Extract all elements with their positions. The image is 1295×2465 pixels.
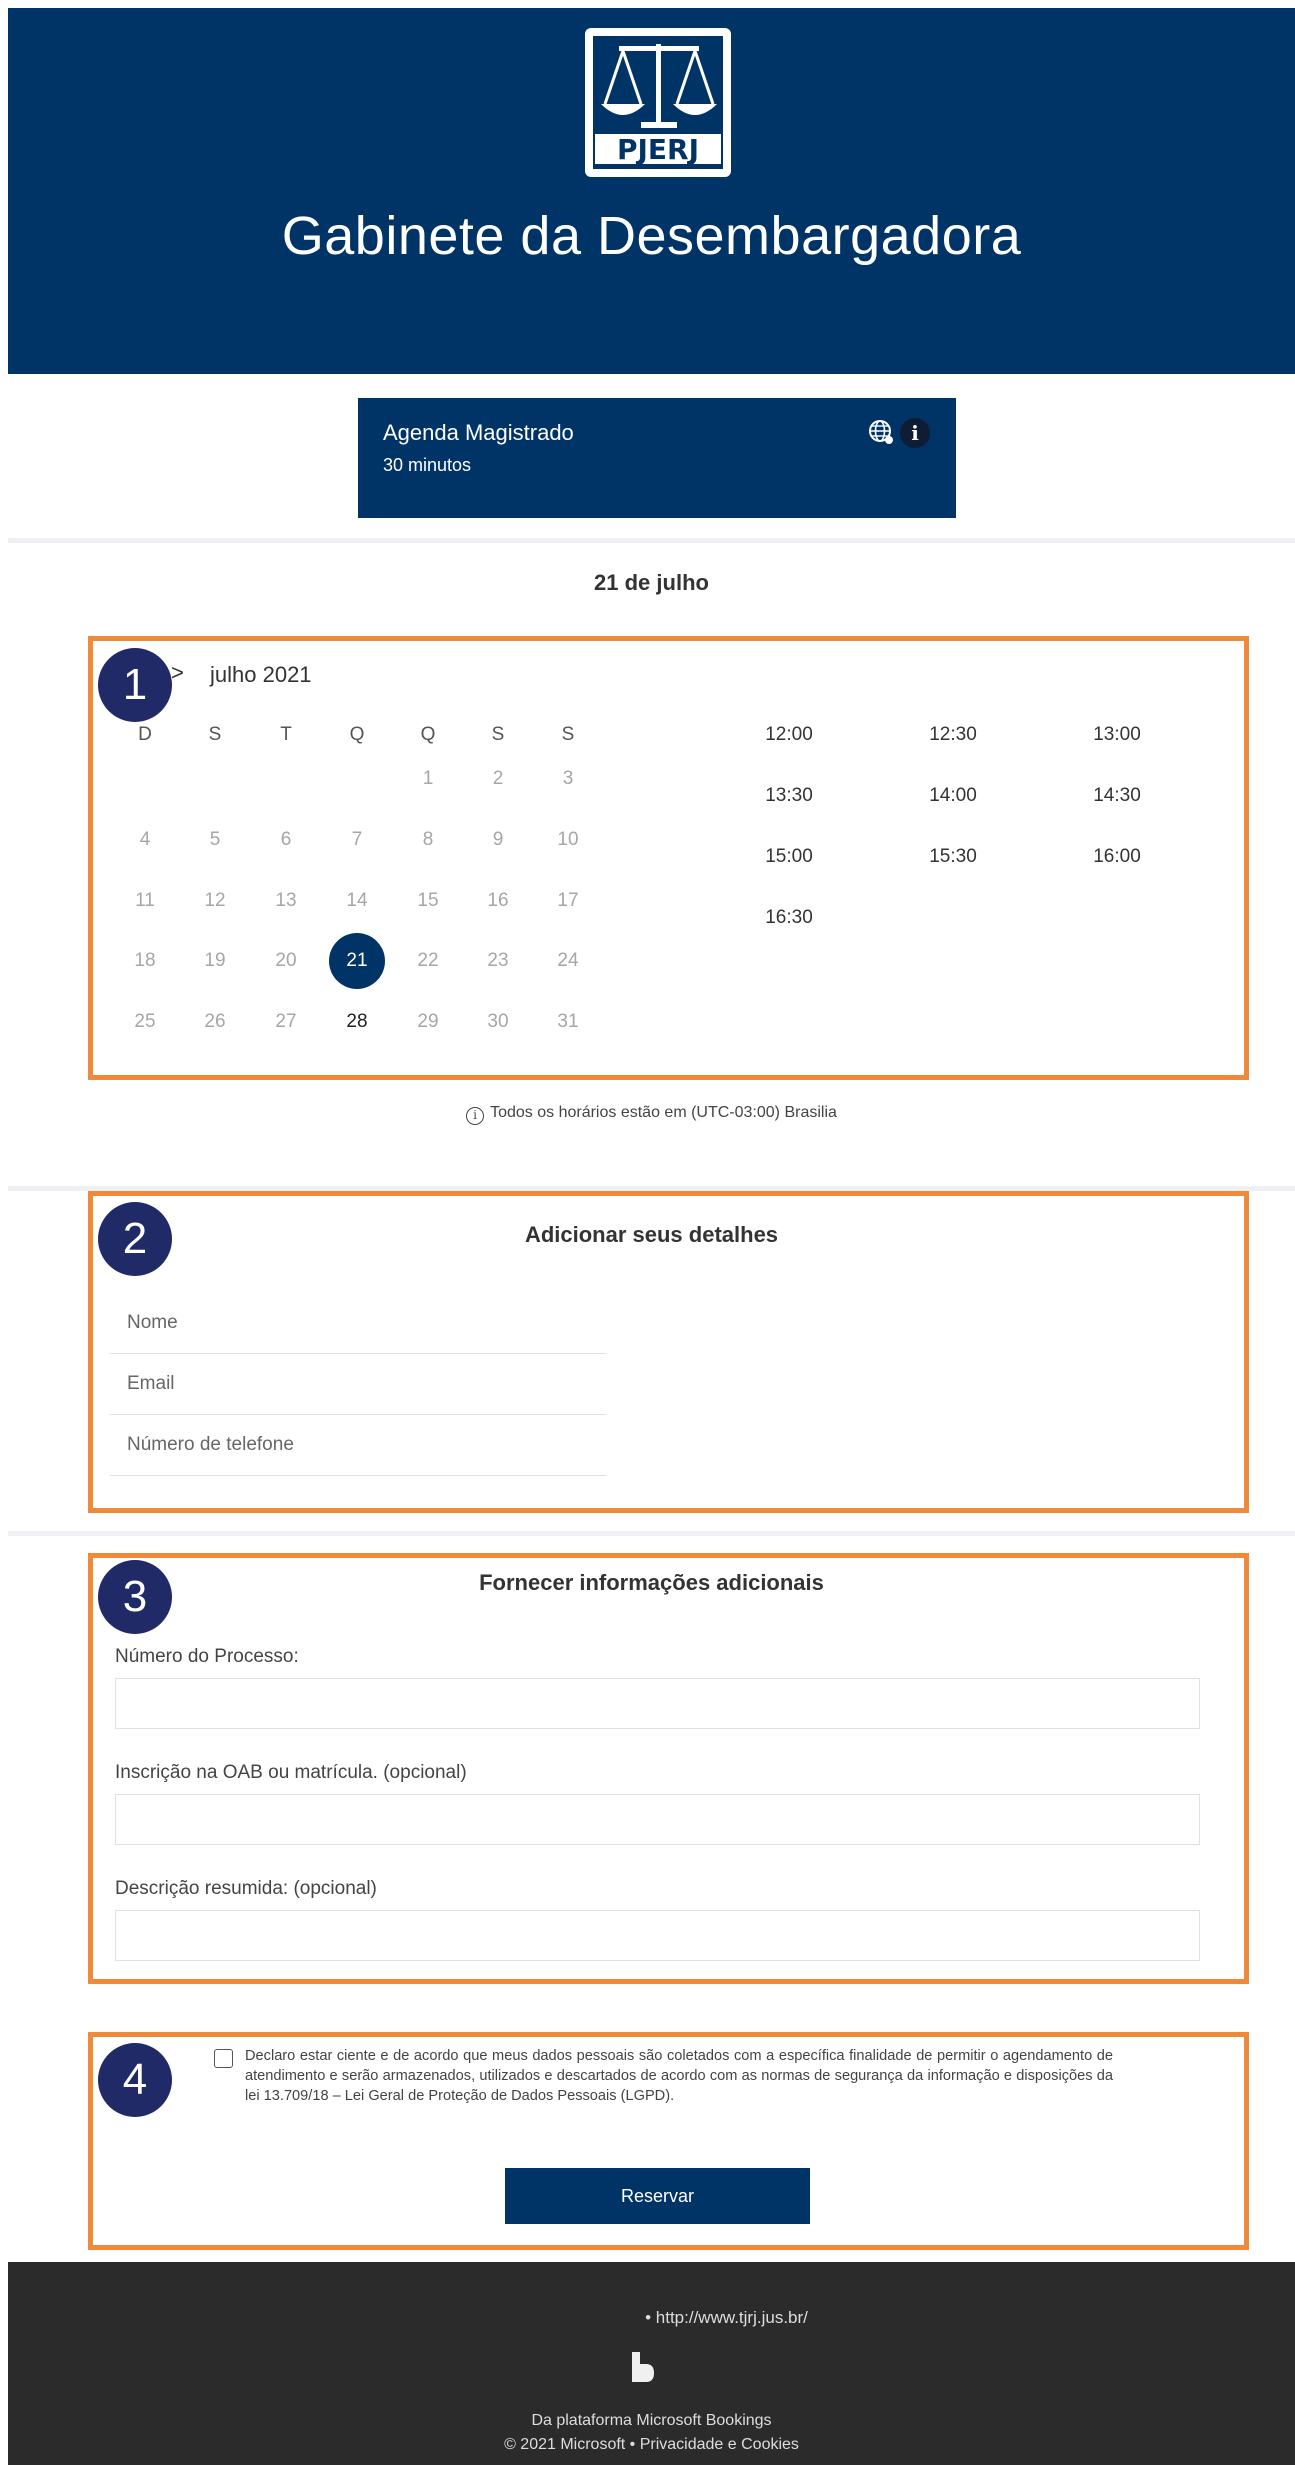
calendar-day: 6 <box>280 829 292 850</box>
calendar-day: 14 <box>346 890 368 911</box>
weekday-header: Q <box>420 724 436 745</box>
calendar-day: 3 <box>562 768 574 789</box>
calendar-day: 4 <box>139 829 151 850</box>
time-slot[interactable]: 16:00 <box>1057 846 1177 868</box>
calendar-day: 1 <box>422 768 434 789</box>
selected-date-heading: 21 de julho <box>594 570 709 595</box>
calendar-day: 19 <box>204 950 226 971</box>
calendar-day: 26 <box>204 1011 226 1032</box>
email-field[interactable]: Email <box>110 1355 606 1415</box>
time-slot[interactable]: 12:00 <box>729 724 849 746</box>
description-label: Descrição resumida: (opcional) <box>115 1878 377 1899</box>
footer-link[interactable]: • http://www.tjrj.jus.br/ <box>8 2308 1295 2328</box>
calendar-day[interactable]: 21 <box>329 933 385 989</box>
service-duration: 30 minutos <box>383 455 472 475</box>
time-slot[interactable]: 15:30 <box>893 846 1013 868</box>
phone-field[interactable]: Número de telefone <box>110 1416 606 1476</box>
time-slot[interactable]: 16:30 <box>729 907 849 929</box>
calendar-day: 11 <box>135 890 155 911</box>
info-icon[interactable]: i <box>900 418 930 448</box>
timezone-text: Todos os horários estão em (UTC-03:00) B… <box>490 1104 837 1121</box>
calendar-day: 2 <box>492 768 504 789</box>
header-banner: PJERJ <box>8 8 1295 374</box>
time-slot[interactable]: 15:00 <box>729 846 849 868</box>
calendar-day: 20 <box>275 950 297 971</box>
weekday-header: S <box>561 724 575 745</box>
weekday-header: Q <box>349 724 365 745</box>
calendar-day: 15 <box>417 890 439 911</box>
calendar-day: 27 <box>275 1011 297 1032</box>
oab-input[interactable] <box>115 1794 1200 1845</box>
calendar-day: 8 <box>422 829 434 850</box>
calendar-day: 10 <box>557 829 579 850</box>
calendar-day: 25 <box>134 1011 156 1032</box>
additional-info-title: Fornecer informações adicionais <box>479 1570 824 1595</box>
time-slot[interactable]: 12:30 <box>893 724 1013 746</box>
calendar-day: 13 <box>275 890 297 911</box>
calendar-day: 23 <box>487 950 509 971</box>
calendar-day: 16 <box>487 890 509 911</box>
calendar-day: 31 <box>557 1011 579 1032</box>
month-label: julho 2021 <box>210 662 312 687</box>
calendar-day: 7 <box>351 829 363 850</box>
calendar-day: 22 <box>417 950 439 971</box>
pjerj-logo: PJERJ <box>585 28 731 177</box>
time-slot[interactable]: 13:00 <box>1057 724 1177 746</box>
calendar-day[interactable]: 28 <box>329 994 385 1050</box>
footer: • http://www.tjrj.jus.br/ Da plataforma … <box>8 2262 1295 2465</box>
service-name: Agenda Magistrado <box>383 420 574 445</box>
globe-icon[interactable] <box>867 418 895 446</box>
calendar-day: 5 <box>209 829 221 850</box>
oab-label: Inscrição na OAB ou matrícula. (opcional… <box>115 1762 467 1783</box>
calendar-day: 12 <box>204 890 226 911</box>
calendar-day: 18 <box>134 950 156 971</box>
section-separator <box>8 538 1295 543</box>
time-slot[interactable]: 13:30 <box>729 785 849 807</box>
calendar-day: 29 <box>417 1011 439 1032</box>
calendar-day: 30 <box>487 1011 509 1032</box>
description-input[interactable] <box>115 1910 1200 1961</box>
next-month-button[interactable]: > <box>171 660 184 686</box>
time-slot[interactable]: 14:30 <box>1057 785 1177 807</box>
info-circle-icon: i <box>466 1107 485 1125</box>
process-number-label: Número do Processo: <box>115 1646 299 1667</box>
page-title: Gabinete da Desembargadora <box>281 206 1022 266</box>
footer-copyright[interactable]: © 2021 Microsoft • Privacidade e Cookies <box>8 2436 1295 2454</box>
calendar-day: 9 <box>492 829 504 850</box>
footer-platform: Da plataforma Microsoft Bookings <box>531 2412 772 2429</box>
annotation-badge-1: 1 <box>98 648 172 722</box>
section-separator <box>8 1531 1295 1536</box>
bookings-logo-icon <box>632 2352 654 2382</box>
calendar-day: 17 <box>557 890 579 911</box>
timezone-note: i Todos os horários estão em (UTC-03:00) … <box>8 1104 1295 1125</box>
logo-text: PJERJ <box>617 133 699 166</box>
service-card[interactable]: Agenda Magistrado 30 minutos i <box>358 398 956 518</box>
weekday-header: T <box>280 724 292 745</box>
consent-checkbox[interactable] <box>214 2049 233 2068</box>
reserve-button[interactable]: Reservar <box>505 2168 810 2224</box>
details-title: Adicionar seus detalhes <box>524 1222 779 1247</box>
calendar-day: 24 <box>557 950 579 971</box>
annotation-badge-4: 4 <box>98 2043 172 2117</box>
weekday-header: D <box>138 724 152 745</box>
weekday-header: S <box>491 724 505 745</box>
consent-text: Declaro estar ciente e de acordo que meu… <box>245 2048 1113 2104</box>
process-number-input[interactable] <box>115 1678 1200 1729</box>
weekday-header: S <box>208 724 222 745</box>
name-field[interactable]: Nome <box>110 1294 606 1354</box>
time-slot[interactable]: 14:00 <box>893 785 1013 807</box>
